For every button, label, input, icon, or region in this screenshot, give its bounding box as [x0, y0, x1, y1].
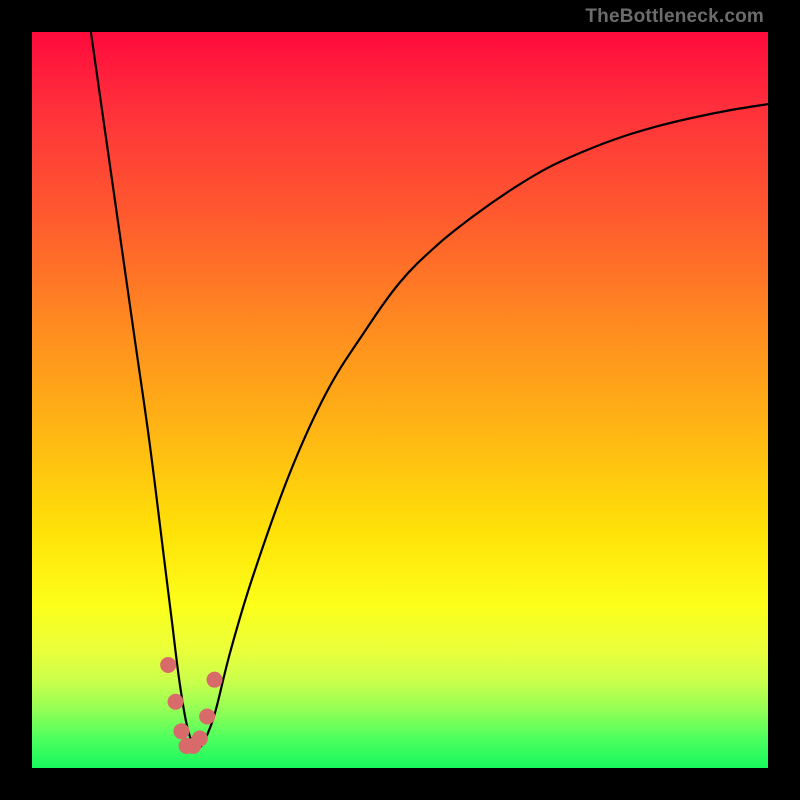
highlight-dot — [207, 672, 223, 688]
highlight-dots — [160, 657, 222, 754]
highlight-dot — [168, 694, 184, 710]
chart-svg — [32, 32, 768, 768]
plot-area — [32, 32, 768, 768]
highlight-dot — [199, 708, 215, 724]
attribution-text: TheBottleneck.com — [585, 6, 764, 28]
bottleneck-curve — [91, 32, 768, 748]
highlight-dot — [173, 723, 189, 739]
highlight-dot — [160, 657, 176, 673]
outer-frame: TheBottleneck.com — [0, 0, 800, 800]
highlight-dot — [192, 731, 208, 747]
